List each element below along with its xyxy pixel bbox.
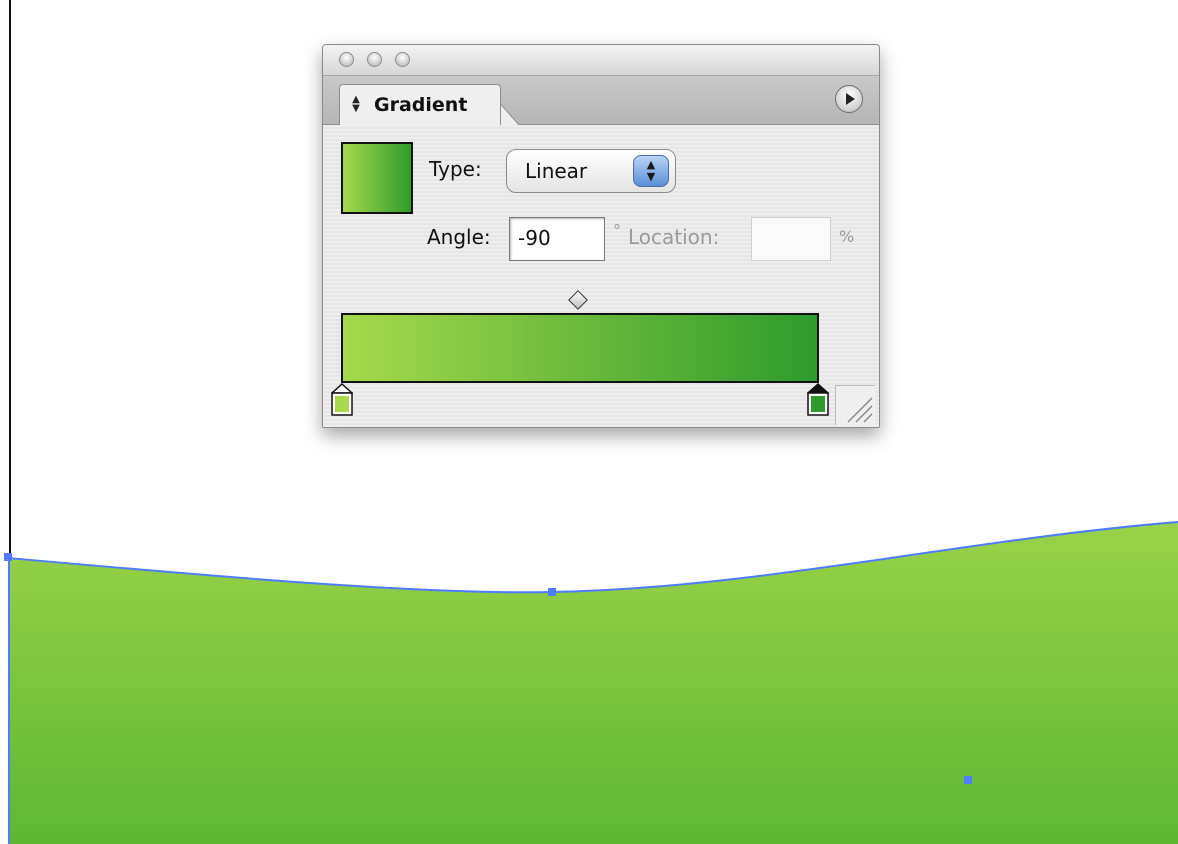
- degree-symbol: °: [613, 221, 621, 240]
- gradient-ramp[interactable]: [341, 313, 819, 383]
- type-select[interactable]: Linear ▲ ▼: [506, 149, 676, 193]
- green-wave-shape[interactable]: [8, 522, 1178, 844]
- gradient-stop-end[interactable]: [807, 383, 829, 417]
- tab-gradient-label: Gradient: [374, 94, 468, 116]
- type-label: Type:: [429, 157, 482, 181]
- type-select-value: Linear: [525, 159, 588, 183]
- palette-titlebar[interactable]: [323, 45, 879, 76]
- center-point[interactable]: [964, 776, 972, 784]
- tab-collapse-arrows-icon[interactable]: ▲ ▼: [350, 95, 362, 115]
- palette-tab-strip: ▲ ▼ Gradient: [323, 76, 879, 126]
- minimize-window-button[interactable]: [367, 52, 382, 67]
- percent-symbol: %: [839, 227, 855, 246]
- gradient-midpoint-diamond[interactable]: [568, 290, 588, 310]
- tab-gradient[interactable]: ▲ ▼ Gradient: [339, 84, 501, 126]
- angle-label: Angle:: [427, 225, 491, 249]
- resize-grip[interactable]: [835, 385, 875, 425]
- anchor-point-left[interactable]: [4, 553, 12, 561]
- gradient-stop-start[interactable]: [331, 383, 353, 417]
- select-arrows-icon: ▲ ▼: [633, 155, 669, 187]
- palette-body: Type: Linear ▲ ▼ Angle: -90 ° Location: %: [323, 125, 879, 427]
- zoom-window-button[interactable]: [395, 52, 410, 67]
- gradient-palette: ▲ ▼ Gradient Type: Linear ▲ ▼ Angle: -90 °…: [322, 44, 880, 428]
- anchor-point-middle[interactable]: [548, 588, 556, 596]
- illustrator-canvas: ▲ ▼ Gradient Type: Linear ▲ ▼ Angle: -90 °…: [0, 0, 1178, 844]
- palette-menu-button[interactable]: [835, 85, 863, 113]
- resize-grip-icon: [847, 397, 873, 423]
- angle-input[interactable]: -90: [509, 217, 605, 261]
- location-input[interactable]: [751, 217, 831, 261]
- play-arrow-icon: [846, 93, 855, 105]
- close-window-button[interactable]: [339, 52, 354, 67]
- location-label: Location:: [628, 225, 720, 249]
- gradient-preview-swatch[interactable]: [341, 142, 413, 214]
